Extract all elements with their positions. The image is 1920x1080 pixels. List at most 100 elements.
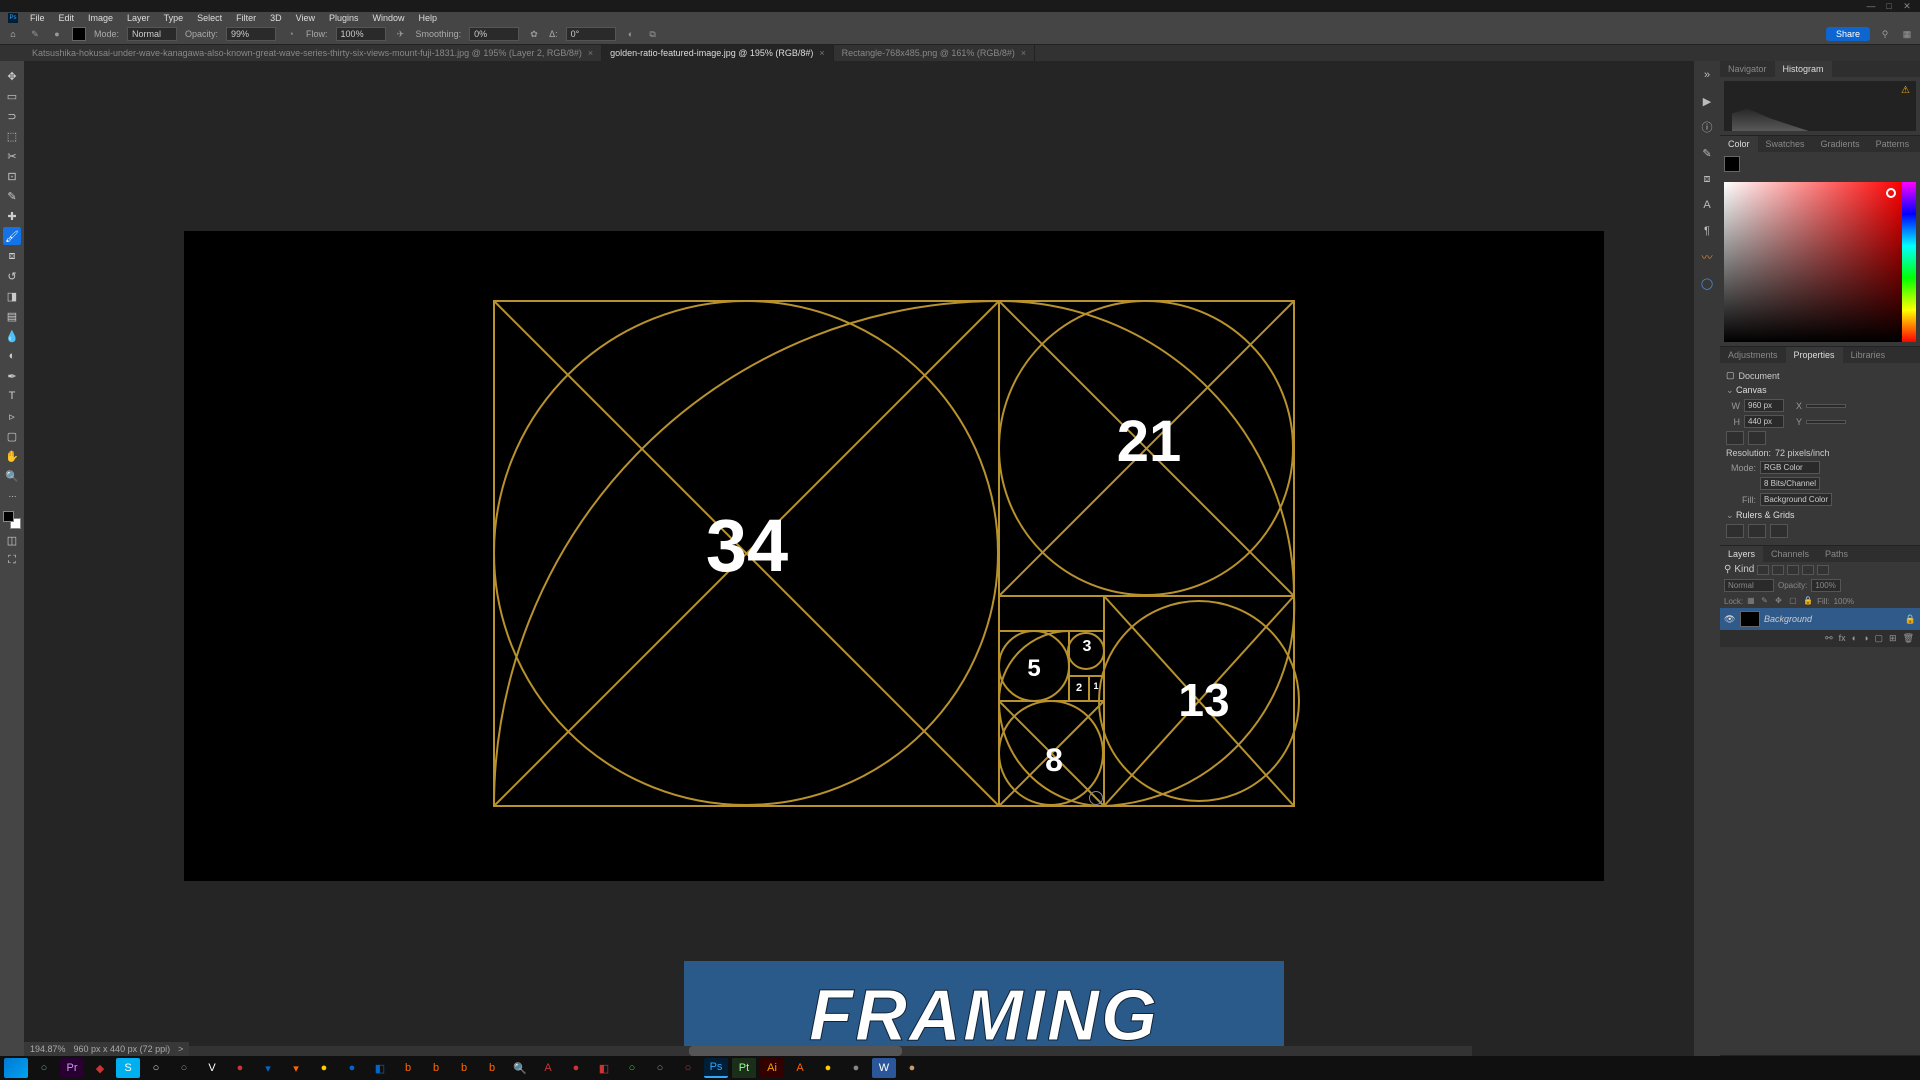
foreground-swatch[interactable] — [1724, 156, 1740, 172]
zoom-readout[interactable]: 194.87% — [30, 1044, 66, 1054]
strip-brush-icon[interactable]: ✎ — [1699, 145, 1715, 161]
smoothing-input[interactable]: 0% — [469, 27, 519, 41]
strip-paragraph-icon[interactable]: ¶ — [1699, 223, 1715, 239]
color-swatches[interactable] — [3, 511, 21, 529]
taskbar-app[interactable]: A — [536, 1058, 560, 1078]
guides-button[interactable] — [1770, 524, 1788, 538]
eraser-tool[interactable]: ◨ — [3, 287, 21, 305]
taskbar-app[interactable]: ○ — [648, 1058, 672, 1078]
move-tool[interactable]: ✥ — [3, 67, 21, 85]
taskbar-app[interactable]: b — [396, 1058, 420, 1078]
lock-artboard-icon[interactable]: ▢ — [1789, 596, 1799, 606]
stamp-tool[interactable]: ⧈ — [3, 247, 21, 265]
menu-plugins[interactable]: Plugins — [323, 13, 365, 23]
delete-layer-icon[interactable]: 🗑 — [1903, 633, 1914, 644]
eyedropper-tool[interactable]: ✎ — [3, 187, 21, 205]
select-subject-tool[interactable]: ⬚ — [3, 127, 21, 145]
close-tab-icon[interactable]: × — [1021, 48, 1026, 58]
adjustment-layer-icon[interactable]: ◑ — [1863, 633, 1868, 644]
tab-libraries[interactable]: Libraries — [1843, 347, 1894, 363]
marquee-tool[interactable]: ▭ — [3, 87, 21, 105]
search-icon[interactable]: ⚲ — [1878, 27, 1892, 41]
canvas-viewport[interactable]: 34 21 13 8 5 3 2 1 FRAMING RR RRCG 人人素材 — [24, 61, 1694, 1056]
angle-input[interactable]: 0° — [566, 27, 616, 41]
grid-button[interactable] — [1748, 524, 1766, 538]
taskbar-app[interactable]: V — [200, 1058, 224, 1078]
rulers-section[interactable]: Rulers & Grids — [1726, 510, 1914, 521]
filter-adjust-icon[interactable] — [1772, 565, 1784, 575]
doc-info-arrow-icon[interactable]: > — [178, 1044, 183, 1054]
filter-search-icon[interactable]: ⚲ — [1724, 564, 1731, 575]
brush-size-icon[interactable]: ● — [50, 27, 64, 41]
maximize-button[interactable]: □ — [1880, 1, 1898, 11]
brush-preset-icon[interactable]: ✎ — [28, 27, 42, 41]
menu-select[interactable]: Select — [191, 13, 228, 23]
taskbar-app[interactable]: b — [452, 1058, 476, 1078]
layer-fx-icon[interactable]: fx — [1839, 633, 1846, 644]
pressure-size-icon[interactable]: ◐ — [624, 27, 638, 41]
menu-help[interactable]: Help — [413, 13, 444, 23]
strip-curve-icon[interactable]: 〰 — [1699, 249, 1715, 265]
filter-type-icon[interactable] — [1787, 565, 1799, 575]
crop-tool[interactable]: ✂ — [3, 147, 21, 165]
doc-tab-0[interactable]: Katsushika-hokusai-under-wave-kanagawa-a… — [24, 45, 602, 61]
quickmask-tool[interactable]: ◫ — [3, 531, 21, 549]
menu-file[interactable]: File — [24, 13, 51, 23]
taskbar-app[interactable]: ▾ — [284, 1058, 308, 1078]
lock-all-icon[interactable]: 🔒 — [1803, 596, 1813, 606]
taskbar-app[interactable]: ● — [844, 1058, 868, 1078]
new-layer-icon[interactable]: ⊞ — [1889, 633, 1897, 644]
orientation-portrait-button[interactable] — [1726, 431, 1744, 445]
taskbar-app[interactable]: A — [788, 1058, 812, 1078]
brush-tool[interactable]: 🖌 — [3, 227, 21, 245]
strip-3d-icon[interactable]: ◯ — [1699, 275, 1715, 291]
doc-info[interactable]: 960 px x 440 px (72 ppi) — [74, 1044, 171, 1054]
taskbar-app[interactable]: ● — [228, 1058, 252, 1078]
blend-mode-select[interactable]: Normal — [127, 27, 177, 41]
taskbar-app[interactable]: Ps — [704, 1058, 728, 1078]
horizontal-scrollbar[interactable] — [48, 1046, 1472, 1056]
tab-properties[interactable]: Properties — [1786, 347, 1843, 363]
taskbar-app[interactable]: b — [424, 1058, 448, 1078]
taskbar-app[interactable]: ○ — [620, 1058, 644, 1078]
flow-input[interactable]: 100% — [336, 27, 386, 41]
tab-adjustments[interactable]: Adjustments — [1720, 347, 1786, 363]
layer-mask-icon[interactable]: ◐ — [1852, 633, 1857, 644]
taskbar-app[interactable]: ○ — [172, 1058, 196, 1078]
close-tab-icon[interactable]: × — [588, 48, 593, 58]
doc-tab-1[interactable]: golden-ratio-featured-image.jpg @ 195% (… — [602, 45, 834, 61]
layer-thumbnail[interactable] — [1740, 611, 1760, 627]
tab-navigator[interactable]: Navigator — [1720, 61, 1775, 77]
healing-tool[interactable]: ✚ — [3, 207, 21, 225]
layer-blend-select[interactable]: Normal — [1724, 579, 1774, 592]
taskbar-app[interactable]: ○ — [676, 1058, 700, 1078]
strip-play-icon[interactable]: ▶ — [1699, 93, 1715, 109]
taskbar-app[interactable]: 🔍 — [508, 1058, 532, 1078]
menu-3d[interactable]: 3D — [264, 13, 288, 23]
strip-expand-icon[interactable]: » — [1699, 67, 1715, 83]
width-input[interactable]: 960 px — [1744, 399, 1784, 412]
taskbar-app[interactable]: ○ — [32, 1058, 56, 1078]
frame-tool[interactable]: ⊡ — [3, 167, 21, 185]
layer-name[interactable]: Background — [1764, 614, 1901, 624]
close-button[interactable]: ✕ — [1898, 1, 1916, 12]
start-button[interactable] — [4, 1058, 28, 1078]
layer-fill-input[interactable]: 100% — [1834, 597, 1864, 606]
tab-layers[interactable]: Layers — [1720, 546, 1763, 562]
taskbar-app[interactable]: S — [116, 1058, 140, 1078]
dodge-tool[interactable]: ◐ — [3, 347, 21, 365]
zoom-tool[interactable]: 🔍 — [3, 467, 21, 485]
menu-view[interactable]: View — [290, 13, 321, 23]
smoothing-gear-icon[interactable]: ✿ — [527, 27, 541, 41]
lock-transparent-icon[interactable]: ▦ — [1747, 596, 1757, 606]
menu-layer[interactable]: Layer — [121, 13, 156, 23]
pen-tool[interactable]: ✒ — [3, 367, 21, 385]
layer-group-icon[interactable]: ▢ — [1875, 633, 1884, 644]
hand-tool[interactable]: ✋ — [3, 447, 21, 465]
height-input[interactable]: 440 px — [1744, 415, 1784, 428]
taskbar-app[interactable]: ◧ — [592, 1058, 616, 1078]
taskbar-app[interactable]: Ai — [760, 1058, 784, 1078]
strip-info-icon[interactable]: ⓘ — [1699, 119, 1715, 135]
bit-depth-select[interactable]: 8 Bits/Channel — [1760, 477, 1820, 490]
x-input[interactable] — [1806, 404, 1846, 408]
